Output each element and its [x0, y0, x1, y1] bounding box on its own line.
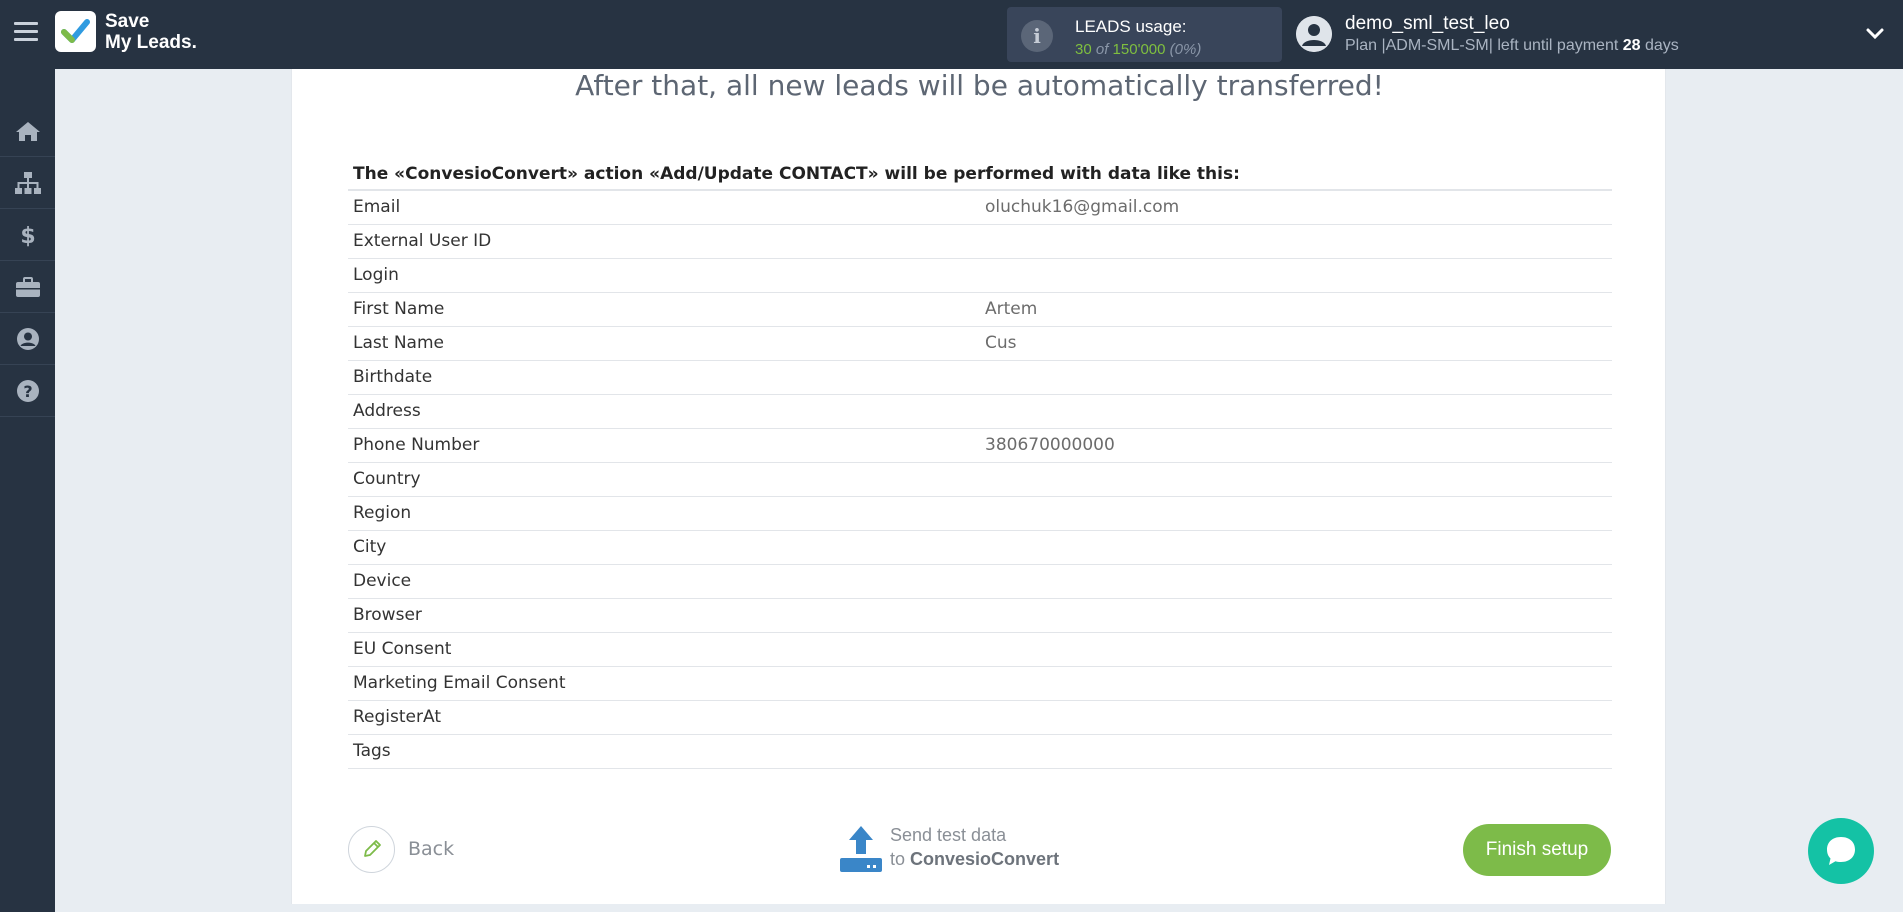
info-icon: i [1021, 20, 1053, 52]
table-row: EU Consent [348, 633, 1612, 667]
table-row: Login [348, 259, 1612, 293]
field-name: Browser [353, 605, 422, 625]
user-plan: Plan |ADM-SML-SM| left until payment 28 … [1345, 37, 1679, 55]
usage-total: 150'000 [1112, 41, 1166, 58]
help-icon: ? [16, 379, 39, 402]
table-row: Country [348, 463, 1612, 497]
finish-setup-button[interactable]: Finish setup [1463, 824, 1611, 876]
field-name: Login [353, 265, 399, 285]
logo-text[interactable]: Save My Leads. [105, 11, 197, 53]
days-suffix: days [1645, 37, 1679, 54]
field-name: Last Name [353, 333, 444, 353]
table-row: Browser [348, 599, 1612, 633]
sidebar-item-tools[interactable] [0, 261, 55, 313]
table-row: Address [348, 395, 1612, 429]
table-row: City [348, 531, 1612, 565]
field-name: Device [353, 571, 412, 591]
field-name: Email [353, 197, 401, 217]
field-value: Cus [985, 333, 1017, 353]
days-count: 28 [1622, 37, 1641, 54]
sidebar-item-account[interactable] [0, 313, 55, 365]
setup-card: After that, all new leads will be automa… [291, 69, 1666, 904]
table-row: Marketing Email Consent [348, 667, 1612, 701]
field-name: RegisterAt [353, 707, 441, 727]
table-row: Tags [348, 735, 1612, 769]
sidebar-item-connections[interactable] [0, 157, 55, 209]
sidebar-item-home[interactable] [0, 105, 55, 157]
table-row: Last Name Cus [348, 327, 1612, 361]
home-icon [15, 121, 40, 141]
sidebar-item-help[interactable]: ? [0, 365, 55, 417]
svg-text:$: $ [20, 224, 35, 248]
briefcase-icon [15, 276, 40, 297]
table-row: Region [348, 497, 1612, 531]
plan-text: Plan |ADM-SML-SM| left until payment [1345, 37, 1619, 54]
pencil-icon [348, 825, 395, 873]
chevron-down-icon[interactable] [1864, 24, 1886, 44]
table-row: Device [348, 565, 1612, 599]
field-name: EU Consent [353, 639, 452, 659]
back-label: Back [408, 838, 455, 860]
logo-line1: Save [105, 11, 150, 32]
usage-title: LEADS usage: [1075, 17, 1187, 36]
top-bar: Save My Leads. i LEADS usage: 30 of 150'… [0, 0, 1903, 69]
field-name: City [353, 537, 387, 557]
send-to: to [890, 849, 906, 869]
logo-icon[interactable] [55, 11, 96, 52]
sidebar: $ ? [0, 69, 55, 912]
table-row: First Name Artem [348, 293, 1612, 327]
field-name: Phone Number [353, 435, 480, 455]
sitemap-icon [14, 171, 41, 194]
usage-value: 30 of 150'000 (0%) [1075, 41, 1201, 58]
field-name: Birthdate [353, 367, 433, 387]
field-name: Marketing Email Consent [353, 673, 566, 693]
send-target: ConvesioConvert [910, 849, 1060, 869]
sidebar-item-billing[interactable]: $ [0, 209, 55, 261]
table-row: Phone Number 380670000000 [348, 429, 1612, 463]
chat-bubble-icon [1827, 837, 1855, 865]
field-name: Region [353, 503, 412, 523]
send-label-line2: to ConvesioConvert [890, 849, 1059, 870]
field-name: Tags [353, 741, 391, 761]
hamburger-menu-icon[interactable] [14, 22, 38, 42]
chat-widget-button[interactable] [1808, 818, 1874, 884]
logo-line2: My Leads. [105, 32, 197, 53]
page-headline: After that, all new leads will be automa… [575, 69, 1384, 102]
data-preview-table: The «ConvesioConvert» action «Add/Update… [348, 159, 1612, 769]
field-value: Artem [985, 299, 1038, 319]
upload-icon [838, 824, 884, 874]
field-value: 380670000000 [985, 435, 1115, 455]
back-button[interactable]: Back [348, 825, 454, 873]
send-label-line1: Send test data [890, 825, 1007, 845]
field-name: First Name [353, 299, 445, 319]
user-name[interactable]: demo_sml_test_leo [1345, 13, 1510, 35]
table-title: The «ConvesioConvert» action «Add/Update… [348, 159, 1612, 191]
table-row: Birthdate [348, 361, 1612, 395]
leads-usage-panel: i LEADS usage: 30 of 150'000 (0%) [1007, 7, 1282, 62]
usage-used: 30 [1075, 41, 1092, 58]
field-name: Country [353, 469, 421, 489]
avatar[interactable] [1296, 16, 1332, 52]
usage-of: of [1095, 41, 1109, 58]
table-row: Email oluchuk16@gmail.com [348, 191, 1612, 225]
table-row: RegisterAt [348, 701, 1612, 735]
field-value: oluchuk16@gmail.com [985, 197, 1180, 217]
usage-percent: (0%) [1169, 41, 1202, 58]
dollar-icon: $ [20, 224, 35, 248]
svg-text:?: ? [23, 382, 32, 401]
table-row: External User ID [348, 225, 1612, 259]
field-name: External User ID [353, 231, 492, 251]
user-icon [16, 327, 39, 350]
field-name: Address [353, 401, 421, 421]
